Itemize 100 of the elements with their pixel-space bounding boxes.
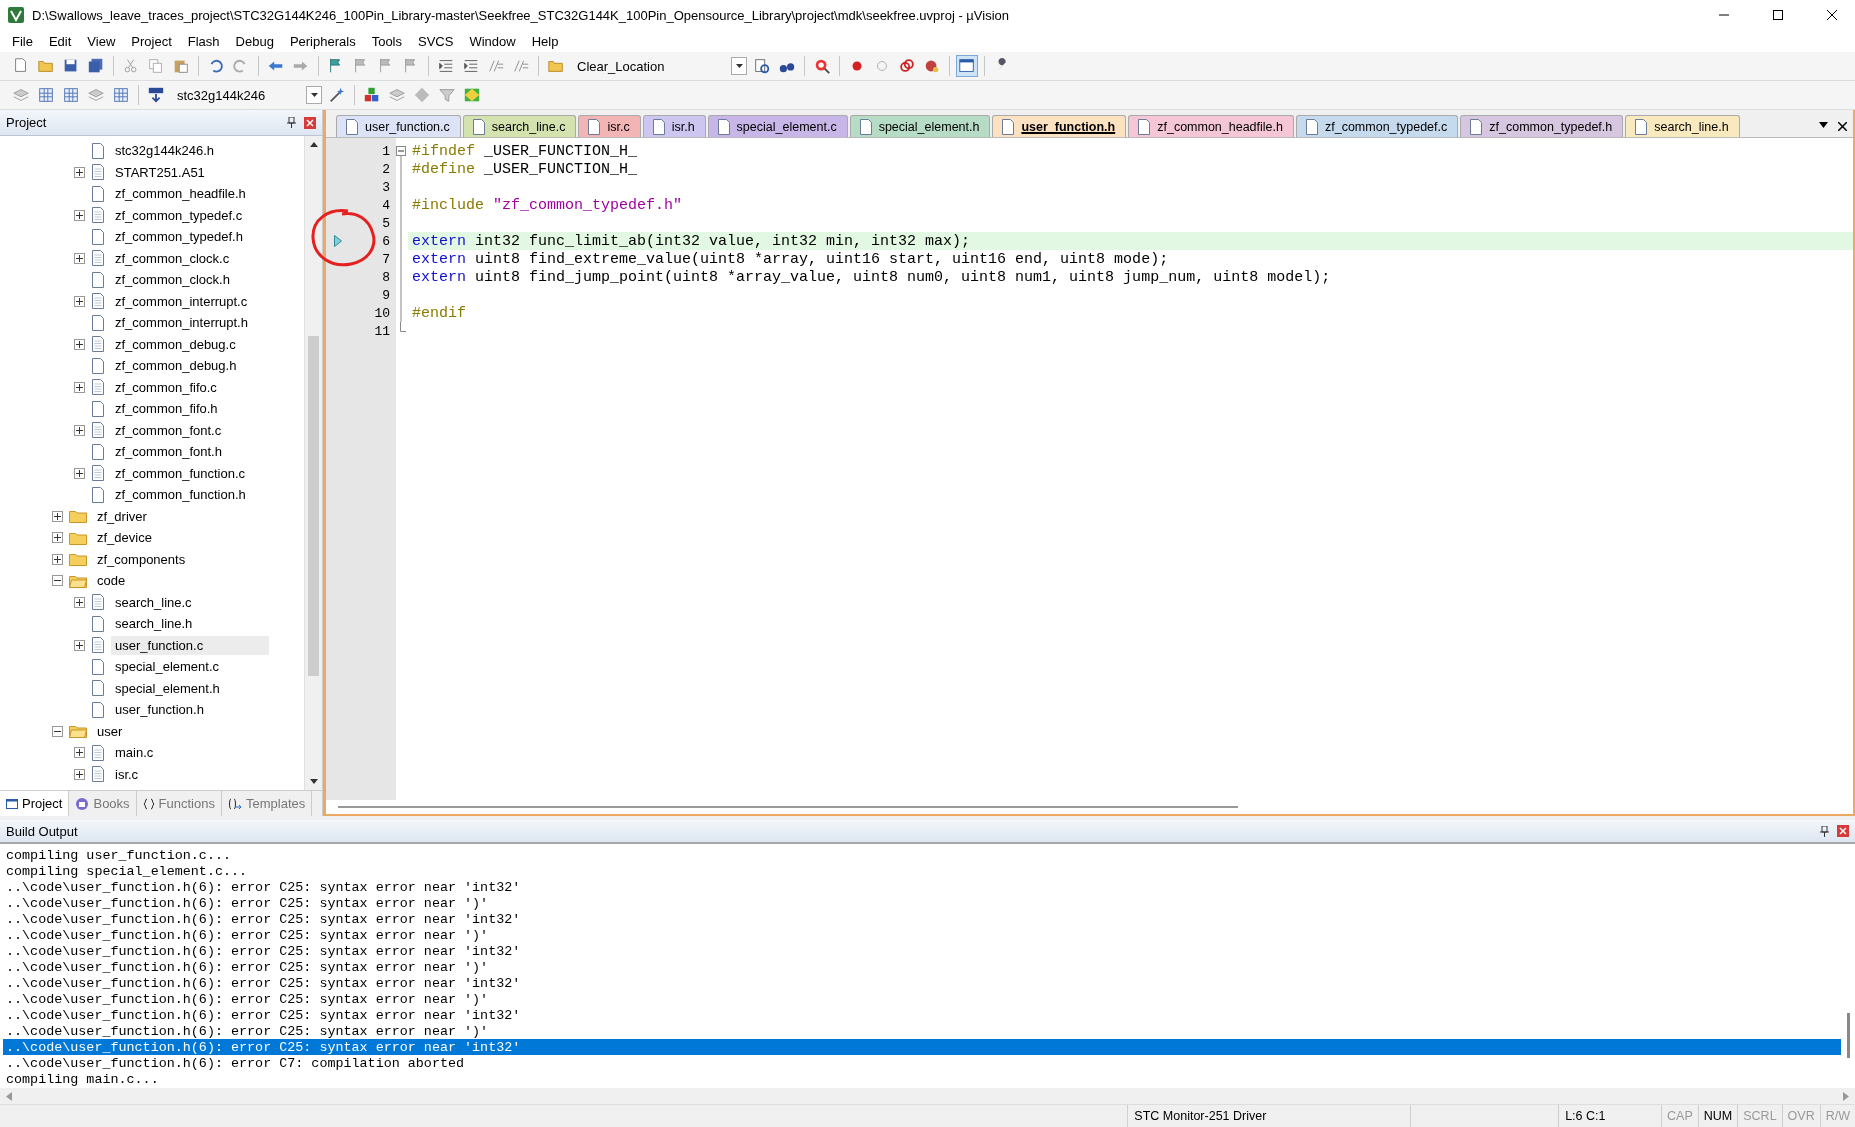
tree-item[interactable]: zf_device [93,528,156,548]
tree-item[interactable]: zf_common_font.h [111,442,226,462]
tree-item[interactable]: zf_common_function.c [111,463,250,483]
menu-item[interactable]: Window [461,31,524,51]
tree-item[interactable]: zf_common_clock.h [111,270,234,290]
expand-icon[interactable] [74,209,85,221]
tree-item[interactable]: zf_components [93,549,190,569]
pin-icon[interactable] [1820,825,1829,837]
file-icon [91,615,105,632]
menu-item[interactable]: SVCS [410,31,462,51]
editor-tab[interactable]: search_line.c [462,115,577,137]
menu-item[interactable]: Flash [179,31,228,51]
tree-item[interactable]: zf_common_fifo.h [111,399,222,419]
expand-icon[interactable] [52,553,63,565]
editor-tab[interactable]: user_function.h [992,115,1127,137]
expand-icon[interactable] [74,166,85,178]
tree-item[interactable]: zf_common_fifo.c [111,377,221,397]
tree-item[interactable]: zf_driver [93,506,151,526]
tree-item[interactable]: search_line.h [111,614,197,634]
output-line[interactable]: ..\code\user_function.h(6): error C25: syntax error near ')' [3,927,1841,943]
output-line[interactable]: ..\code\user_function.h(6): error C25: syntax error near 'int32' [3,879,1841,895]
editor-tab[interactable]: special_element.h [849,115,991,137]
output-line[interactable]: compiling special_element.c... [3,863,1841,879]
tree-item[interactable]: special_element.h [111,678,224,698]
menu-item[interactable]: Debug [227,31,282,51]
menu-item[interactable]: File [4,31,41,51]
editor-tab[interactable]: special_element.c [707,115,848,137]
editor-tab[interactable]: isr.h [642,115,706,137]
minimize-icon [1719,14,1729,16]
menu-item[interactable]: Edit [40,31,80,51]
output-line[interactable]: ..\code\user_function.h(6): error C25: syntax error near ')' [3,1023,1841,1039]
file-icon [91,250,105,267]
tree-item[interactable]: zf_common_debug.c [111,334,240,354]
tree-item[interactable]: zf_common_interrupt.h [111,313,252,333]
collapse-icon[interactable] [52,725,63,737]
collapse-icon[interactable] [52,575,63,587]
pin-icon[interactable] [287,117,296,128]
menu-item[interactable]: Peripherals [281,31,364,51]
expand-icon[interactable] [74,768,85,780]
editor-tab[interactable]: zf_common_typedef.c [1296,115,1459,137]
menu-item[interactable]: View [79,31,124,51]
output-line[interactable]: ..\code\user_function.h(6): error C25: syntax error near 'int32' [3,911,1841,927]
code-line: #ifndef _USER_FUNCTION_H_ [411,142,638,160]
expand-icon[interactable] [74,596,85,608]
tree-item[interactable]: main.c [111,743,158,763]
editor-tab[interactable]: zf_common_typedef.h [1460,115,1624,137]
close-icon[interactable] [1838,122,1847,131]
output-line[interactable]: compiling user_function.c... [3,847,1841,863]
editor-tab[interactable]: zf_common_headfile.h [1128,115,1294,137]
expand-icon[interactable] [74,295,85,307]
window-icon[interactable] [956,55,978,77]
tree-item[interactable]: stc32g144k246.h [111,141,219,161]
expand-icon[interactable] [74,747,85,759]
output-line[interactable]: ..\code\user_function.h(6): error C25: syntax error near 'int32' [3,943,1841,959]
expand-icon[interactable] [74,424,85,436]
output-line[interactable]: ..\code\user_function.h(6): error C25: syntax error near 'int32' [3,975,1841,991]
output-line[interactable]: ..\code\user_function.h(6): error C25: syntax error near 'int32' [3,1007,1841,1023]
tree-item[interactable]: user_function.h [111,700,208,720]
expand-icon[interactable] [74,252,85,264]
output-line[interactable]: ..\code\user_function.h(6): error C25: syntax error near ')' [3,959,1841,975]
tree-item[interactable]: zf_common_typedef.h [111,227,247,247]
file-icon [91,357,105,374]
expand-icon[interactable] [74,381,85,393]
tree-item[interactable]: zf_common_function.h [111,485,250,505]
menu-item[interactable]: Tools [363,31,410,51]
tree-item[interactable]: isr.c [111,764,143,784]
file-icon [1001,118,1016,135]
tab-list-icon[interactable] [1819,122,1828,128]
menu-item[interactable]: Help [523,31,567,51]
expand-icon[interactable] [74,639,85,651]
expand-icon[interactable] [52,532,63,544]
tree-item[interactable]: user_function.c [111,635,269,655]
expand-icon[interactable] [52,510,63,522]
scroll-left-icon[interactable] [6,1091,12,1101]
editor-tab[interactable]: user_function.c [336,115,461,137]
menu-item[interactable]: Project [123,31,180,51]
panel-tab[interactable]: Project [0,791,70,816]
file-icon [651,118,666,135]
tree-item[interactable]: START251.A51 [111,162,209,182]
tree-item[interactable]: zf_common_font.c [111,420,226,440]
output-line[interactable]: ..\code\user_function.h(6): error C7: compilation aborted [3,1055,1841,1071]
tree-item[interactable]: search_line.c [111,592,196,612]
expand-icon[interactable] [74,467,85,479]
tree-item[interactable]: user [93,721,127,741]
output-line[interactable]: ..\code\user_function.h(6): error C25: syntax error near ')' [3,895,1841,911]
tree-item[interactable]: zf_common_interrupt.c [111,291,252,311]
tree-item[interactable]: special_element.c [111,657,224,677]
tree-item[interactable]: zf_common_headfile.h [111,184,250,204]
tree-item[interactable]: zf_common_debug.h [111,356,241,376]
output-line[interactable]: compiling main.c... [3,1071,1841,1087]
editor-tab[interactable]: search_line.h [1625,115,1740,137]
output-line[interactable]: ..\code\user_function.h(6): error C25: syntax error near ')' [3,991,1841,1007]
tree-item[interactable]: code [93,571,130,591]
tree-item[interactable]: zf_common_typedef.c [111,205,247,225]
tree-item[interactable]: zf_common_clock.c [111,248,234,268]
scroll-right-icon[interactable] [1843,1091,1849,1101]
editor-tab[interactable]: isr.c [578,115,641,137]
expand-icon[interactable] [74,338,85,350]
file-icon [858,118,873,135]
code-line: extern uint8 find_jump_point(uint8 *array_value, uint8 num0, uint8 num1, uint8 jump_num, uint8 model); [411,268,1331,286]
